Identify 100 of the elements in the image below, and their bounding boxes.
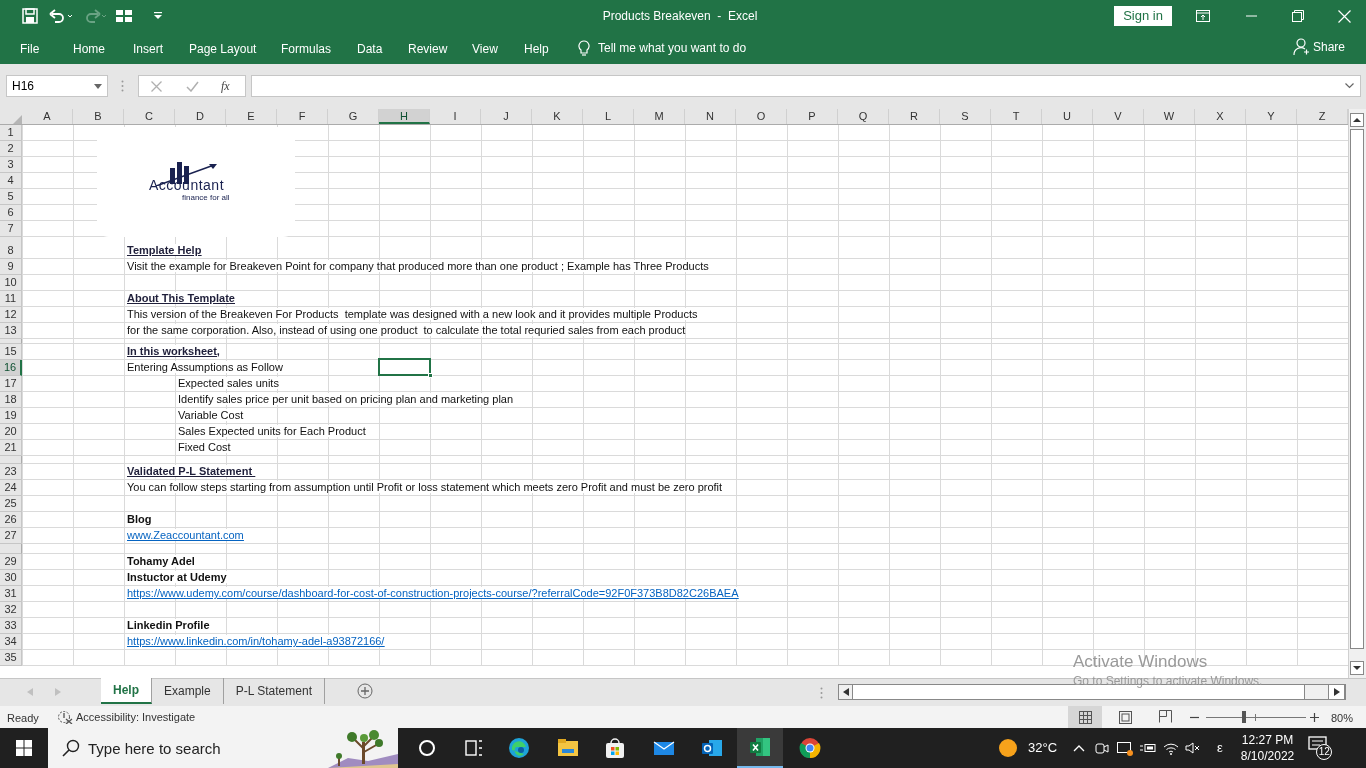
column-header[interactable]: N [685,109,736,124]
row-header[interactable]: 31 [0,586,22,602]
notifications-button[interactable]: 12 [1308,736,1333,760]
camera-icon[interactable] [1095,741,1110,755]
row-header[interactable]: 27 [0,528,22,544]
row-header[interactable]: 9 [0,259,22,275]
row-header[interactable]: 24 [0,480,22,496]
ribbon-tab[interactable]: Help [524,40,549,58]
column-header[interactable]: L [583,109,634,124]
row-header[interactable]: 21 [0,440,22,456]
zoom-in-icon[interactable] [1310,713,1319,722]
hyperlink[interactable]: www.Zeaccountant.com [127,529,244,541]
zoom-level[interactable]: 80% [1331,710,1354,727]
sheet-tab[interactable]: Example [152,678,224,704]
sheet-tab[interactable]: P-L Statement [223,678,325,704]
column-header[interactable]: S [940,109,991,124]
ribbon-tab[interactable]: Home [73,40,105,58]
accessibility-button[interactable]: Accessibility: Investigate [57,709,196,726]
row-header[interactable]: 23 [0,464,22,480]
hyperlink[interactable]: https://www.udemy.com/course/dashboard-for-cost-of-construction-projects-course/?referralCode=92F0F373B8D82C26BAEA [127,587,739,599]
ribbon-tab[interactable]: View [472,40,498,58]
row-header[interactable]: 26 [0,512,22,528]
column-header[interactable]: D [175,109,226,124]
windows-icon[interactable] [16,740,32,756]
column-header[interactable]: F [277,109,328,124]
restore-icon[interactable] [1292,10,1304,22]
column-header[interactable]: V [1093,109,1144,124]
row-header[interactable]: 25 [0,496,22,512]
normal-view-button[interactable] [1068,706,1102,728]
sign-in-button[interactable]: Sign in [1114,6,1172,26]
hyperlink[interactable]: https://www.linkedin.com/in/tohamy-adel-a93872166/ [127,635,385,647]
row-header[interactable]: 1 [0,125,22,141]
column-header[interactable]: K [532,109,583,124]
row-header[interactable]: 15 [0,344,22,360]
weather-temperature[interactable]: 32°C [1028,738,1058,758]
row-header[interactable]: 13 [0,323,22,339]
row-header[interactable]: 2 [0,141,22,157]
column-header[interactable]: P [787,109,838,124]
page-break-icon[interactable] [1159,710,1172,723]
battery-icon[interactable] [1139,742,1158,754]
close-icon[interactable] [1338,9,1351,23]
column-header[interactable]: E [226,109,277,124]
zoom-slider-thumb[interactable] [1242,711,1247,723]
row-header[interactable]: 19 [0,408,22,424]
column-header[interactable]: O [736,109,787,124]
ribbon-tab[interactable]: Data [357,40,383,58]
row-header[interactable]: 6 [0,205,22,221]
row-header[interactable]: 4 [0,173,22,189]
column-header[interactable]: Y [1246,109,1297,124]
clock[interactable]: 12:27 PM 8/10/2022 [1240,732,1295,764]
search-box[interactable]: Type here to search [48,728,328,768]
page-layout-icon[interactable] [1119,711,1132,724]
column-header[interactable]: I [430,109,481,124]
insert-function-button[interactable]: fx [221,77,230,95]
search-field[interactable]: Type here to search [88,736,288,760]
row-header[interactable]: 5 [0,189,22,205]
row-header[interactable]: 33 [0,618,22,634]
new-sheet-icon[interactable] [356,683,373,699]
display-icon[interactable] [1117,740,1134,756]
row-header[interactable]: 11 [0,291,22,307]
scroll-left-icon[interactable] [842,688,849,696]
check-icon[interactable] [186,80,199,92]
wifi-icon[interactable] [1163,741,1180,755]
row-header[interactable]: 34 [0,634,22,650]
selected-cell[interactable] [378,358,431,376]
column-header[interactable]: J [481,109,532,124]
formula-field[interactable] [251,75,1361,97]
column-header[interactable]: R [889,109,940,124]
column-header[interactable]: X [1195,109,1246,124]
column-header[interactable]: W [1144,109,1195,124]
row-header[interactable]: 20 [0,424,22,440]
name-box[interactable]: H16 [6,75,108,97]
ribbon-tab[interactable]: Review [408,40,448,58]
column-header[interactable]: M [634,109,685,124]
sheet-tab[interactable]: Help [101,678,152,704]
vertical-scrollbar[interactable] [1348,109,1366,678]
row-header[interactable]: 10 [0,275,22,291]
ribbon-tab[interactable]: File [20,40,40,58]
zoom-slider[interactable] [1206,711,1306,723]
ribbon-display-icon[interactable] [1196,10,1210,22]
sun-icon[interactable] [998,738,1018,758]
column-header[interactable]: A [22,109,73,124]
customize-icon[interactable] [154,12,162,20]
ribbon-tab[interactable]: Insert [133,40,163,58]
row-header[interactable]: 17 [0,376,22,392]
row-header[interactable]: 30 [0,570,22,586]
share-button[interactable]: Share [1293,38,1346,56]
column-header[interactable]: B [73,109,124,124]
save-icon[interactable] [22,8,38,24]
ribbon-tab[interactable]: Formulas [281,40,331,58]
column-header[interactable]: T [991,109,1042,124]
chevron-up-icon[interactable] [1073,744,1086,752]
column-header[interactable]: H [379,109,430,124]
muted-speaker-icon[interactable] [1185,742,1202,754]
row-header[interactable]: 7 [0,221,22,237]
input-indicator[interactable]: ε [1217,738,1223,758]
row-header[interactable]: 16 [0,360,22,376]
column-header[interactable]: U [1042,109,1093,124]
row-header[interactable]: 29 [0,554,22,570]
row-header[interactable]: 3 [0,157,22,173]
